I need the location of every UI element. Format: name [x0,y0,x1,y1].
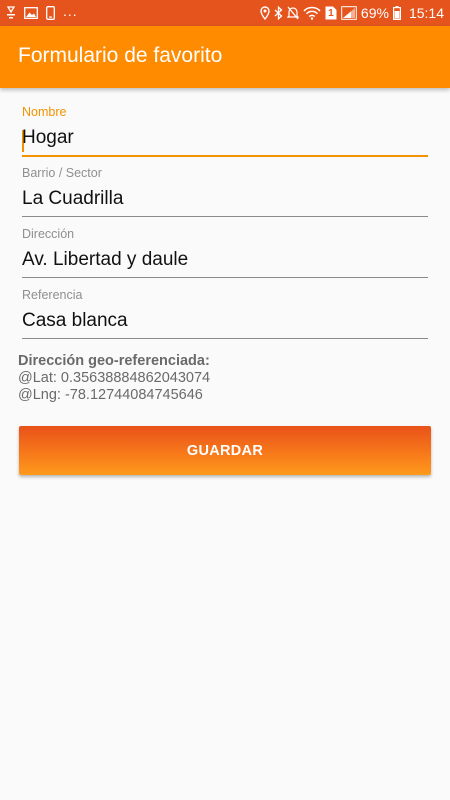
sim-icon: 1 [325,6,337,20]
latitude-text: @Lat: 0.35638884862043074 [18,370,211,386]
neighborhood-underline [22,216,428,217]
address-input[interactable]: Av. Libertad y daule [22,249,188,271]
more-notifications-indicator: ... [63,3,78,19]
page-title: Formulario de favorito [18,44,223,67]
mute-icon [286,6,299,20]
reference-input[interactable]: Casa blanca [22,310,128,332]
wifi-icon [303,6,321,20]
longitude-text: @Lng: -78.12744084745646 [18,387,203,403]
status-bar: ... 1 69% 15:14 [0,0,450,26]
name-underline [22,155,428,157]
bluetooth-icon [274,6,283,20]
name-label: Nombre [22,105,67,119]
name-input[interactable]: Hogar [22,127,74,149]
address-underline [22,277,428,278]
reference-label: Referencia [22,288,83,302]
save-button[interactable]: GUARDAR [19,426,431,475]
phone-icon [46,6,55,20]
status-bar-notifications: ... [6,0,78,26]
geo-reference: Dirección geo-referenciada: @Lat: 0.3563… [18,353,210,404]
address-label: Dirección [22,227,75,241]
geo-reference-title: Dirección geo-referenciada: [18,353,210,369]
battery-icon [392,6,401,20]
usb-debug-icon [6,6,16,20]
signal-icon [341,6,357,20]
battery-percent: 69% [360,5,389,21]
sim-number: 1 [328,8,334,19]
neighborhood-label: Barrio / Sector [22,166,102,180]
neighborhood-input[interactable]: La Cuadrilla [22,188,123,210]
status-bar-system: 1 69% 15:14 [260,0,444,26]
image-icon [24,7,38,19]
clock: 15:14 [408,5,444,21]
reference-underline [22,338,428,339]
location-icon [260,6,270,20]
app-bar: Formulario de favorito [0,26,450,88]
